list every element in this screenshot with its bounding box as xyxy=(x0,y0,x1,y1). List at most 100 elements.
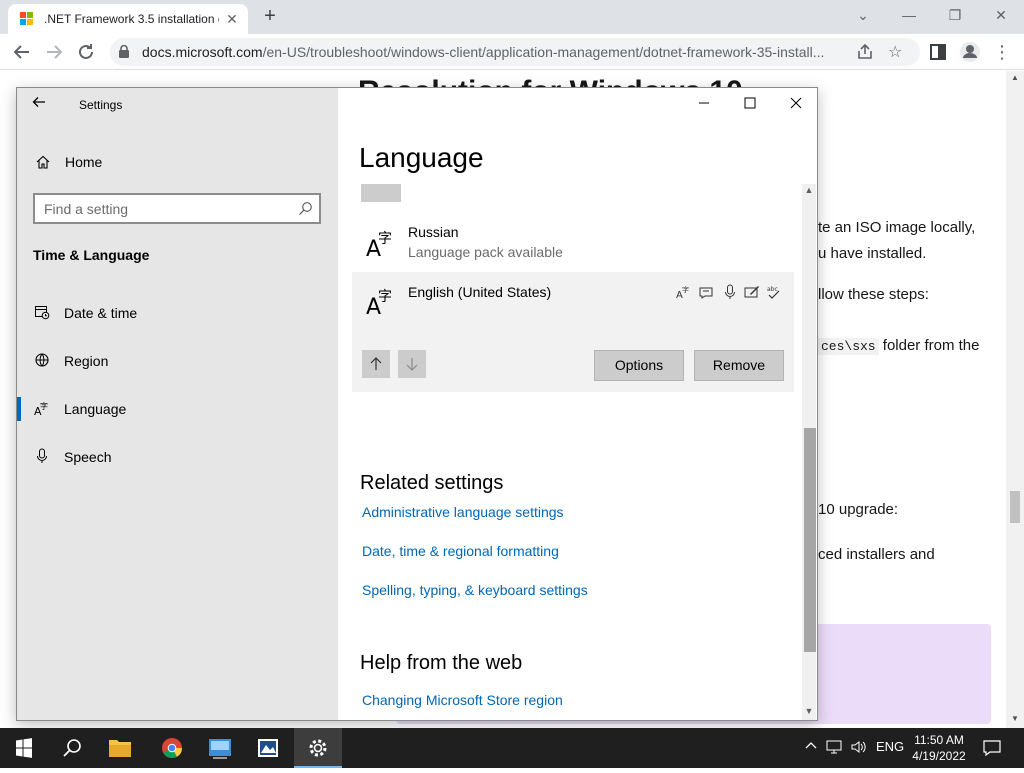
spell-check-icon: abc xyxy=(766,284,782,300)
search-input[interactable]: Find a setting xyxy=(33,193,321,224)
language-name: English (United States) xyxy=(408,284,552,300)
language-glyph-icon: A字 xyxy=(366,286,396,320)
url-text[interactable]: docs.microsoft.com/en-US/troubleshoot/wi… xyxy=(142,44,842,60)
svg-text:字: 字 xyxy=(378,289,392,305)
page-text: 10 upgrade: xyxy=(818,501,899,518)
chevron-up-icon[interactable] xyxy=(804,739,818,756)
help-from-web-heading: Help from the web xyxy=(360,652,523,674)
language-status: Language pack available xyxy=(408,244,563,260)
back-arrow-icon[interactable] xyxy=(31,94,51,114)
scroll-down-icon[interactable]: ▼ xyxy=(802,706,816,716)
clock-time: 11:50 AM xyxy=(914,733,964,747)
nav-item-speech[interactable]: Speech xyxy=(17,439,337,475)
section-title: Time & Language xyxy=(33,247,150,263)
language-icon: A字 xyxy=(34,400,50,418)
new-tab-button[interactable]: + xyxy=(258,5,282,29)
reload-icon[interactable] xyxy=(74,40,98,64)
address-bar[interactable]: docs.microsoft.com/en-US/troubleshoot/wi… xyxy=(110,38,920,66)
move-down-button[interactable] xyxy=(398,350,426,378)
globe-icon xyxy=(34,352,50,368)
language-glyph-icon: A字 xyxy=(366,228,396,262)
minimize-button[interactable] xyxy=(684,96,724,116)
language-item-english[interactable]: A字 English (United States) A字 abc Option… xyxy=(352,272,794,392)
selection-indicator xyxy=(17,397,21,421)
maximize-button[interactable] xyxy=(730,96,770,116)
page-scroll-thumb[interactable] xyxy=(1010,491,1020,523)
nav-label: Date & time xyxy=(64,305,138,321)
nav-item-language[interactable]: A字 Language xyxy=(17,391,337,427)
close-button[interactable] xyxy=(776,96,816,116)
admin-tools-icon[interactable] xyxy=(244,728,292,768)
scroll-up-icon[interactable]: ▲ xyxy=(1010,73,1020,82)
notifications-icon[interactable] xyxy=(982,738,1002,758)
lock-icon[interactable] xyxy=(119,44,129,58)
svg-text:字: 字 xyxy=(378,231,392,247)
browser-toolbar: docs.microsoft.com/en-US/troubleshoot/wi… xyxy=(0,34,1024,70)
store-region-link[interactable]: Changing Microsoft Store region xyxy=(362,692,563,708)
spelling-typing-keyboard-link[interactable]: Spelling, typing, & keyboard settings xyxy=(362,582,588,598)
related-settings-heading: Related settings xyxy=(360,472,504,494)
restore-button[interactable]: ❐ xyxy=(942,4,968,26)
minimize-button[interactable]: — xyxy=(896,4,922,26)
server-manager-icon[interactable] xyxy=(196,728,244,768)
search-icon[interactable] xyxy=(298,201,313,216)
move-up-button[interactable] xyxy=(362,350,390,378)
scroll-up-icon[interactable]: ▲ xyxy=(802,185,816,195)
taskbar: ENG 11:50 AM 4/19/2022 xyxy=(0,728,1024,768)
home-label: Home xyxy=(65,154,103,170)
tab-search-dropdown-icon[interactable]: ⌄ xyxy=(850,4,876,26)
language-name: Russian xyxy=(408,224,459,240)
home-icon xyxy=(35,154,51,170)
system-clock[interactable]: 11:50 AM 4/19/2022 xyxy=(903,732,975,764)
profile-avatar-icon[interactable] xyxy=(958,40,982,64)
browser-tab[interactable]: .NET Framework 3.5 installation error ✕ xyxy=(8,4,248,34)
microsoft-logo-icon xyxy=(20,12,34,26)
language-pack-icon: A字 xyxy=(676,284,692,301)
page-title: Language xyxy=(359,142,484,173)
close-button[interactable]: ✕ xyxy=(988,4,1014,26)
start-button[interactable] xyxy=(0,728,48,768)
file-explorer-icon[interactable] xyxy=(96,728,144,768)
nav-label: Speech xyxy=(64,449,112,465)
svg-text:abc: abc xyxy=(767,286,778,293)
microphone-icon xyxy=(722,284,738,300)
options-button[interactable]: Options xyxy=(594,350,684,381)
svg-text:字: 字 xyxy=(40,401,48,411)
remove-button[interactable]: Remove xyxy=(694,350,784,381)
page-text: u have installed. xyxy=(818,245,927,262)
page-text: te an ISO image locally, xyxy=(818,219,976,236)
bookmark-star-icon[interactable]: ☆ xyxy=(888,42,906,61)
network-icon[interactable] xyxy=(826,739,844,758)
volume-icon[interactable] xyxy=(850,739,868,758)
nav-item-region[interactable]: Region xyxy=(17,343,337,379)
window-title: Settings xyxy=(79,98,123,112)
regional-formatting-link[interactable]: Date, time & regional formatting xyxy=(362,543,559,559)
more-menu-icon[interactable]: ⋮ xyxy=(990,40,1014,64)
page-scrollbar[interactable]: ▲ ▼ xyxy=(1006,71,1024,728)
content-scrollbar[interactable]: ▲ ▼ xyxy=(802,184,816,720)
settings-window: Settings Home Find a setting Time & Lang… xyxy=(16,87,818,721)
language-item-russian[interactable]: A字 Russian Language pack available xyxy=(352,216,794,270)
tab-strip: .NET Framework 3.5 installation error ✕ … xyxy=(0,0,1024,34)
search-placeholder: Find a setting xyxy=(44,201,129,217)
admin-language-settings-link[interactable]: Administrative language settings xyxy=(362,504,564,520)
tab-close-icon[interactable]: ✕ xyxy=(222,9,242,29)
microphone-icon xyxy=(34,448,50,464)
share-icon[interactable] xyxy=(856,43,874,61)
calendar-clock-icon xyxy=(34,304,50,320)
input-language-indicator[interactable]: ENG xyxy=(876,739,904,754)
scroll-down-icon[interactable]: ▼ xyxy=(1010,714,1020,723)
svg-text:字: 字 xyxy=(682,285,689,294)
content-scroll-thumb[interactable] xyxy=(804,428,816,652)
nav-label: Language xyxy=(64,401,127,417)
settings-taskbar-icon[interactable] xyxy=(294,728,342,768)
chrome-icon[interactable] xyxy=(148,728,196,768)
search-icon[interactable] xyxy=(48,728,96,768)
settings-content: Language A字 Russian Language pack availa… xyxy=(338,88,817,720)
nav-item-date-time[interactable]: Date & time xyxy=(17,295,337,331)
clock-date: 4/19/2022 xyxy=(912,749,966,763)
forward-arrow-icon[interactable] xyxy=(42,40,66,64)
back-arrow-icon[interactable] xyxy=(10,40,34,64)
side-panel-icon[interactable] xyxy=(926,40,950,64)
home-nav[interactable]: Home xyxy=(33,150,313,174)
